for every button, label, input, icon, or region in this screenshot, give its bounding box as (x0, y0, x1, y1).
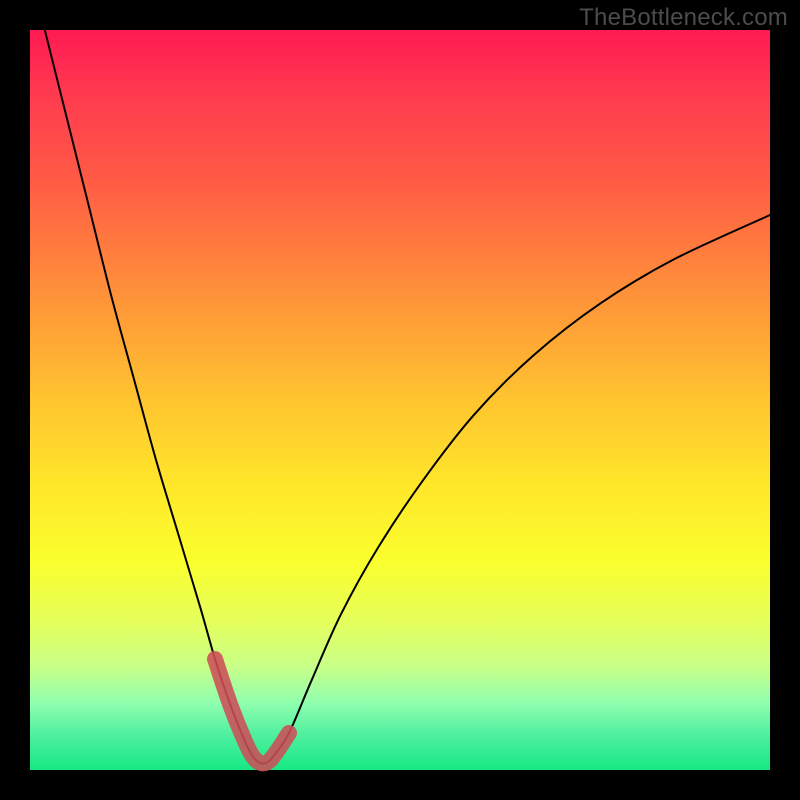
chart-frame: TheBottleneck.com (0, 0, 800, 800)
bottleneck-curve (45, 30, 770, 764)
curve-layer (30, 30, 770, 770)
attribution-label: TheBottleneck.com (579, 4, 788, 32)
highlight-band (215, 659, 289, 764)
plot-area (30, 30, 770, 770)
